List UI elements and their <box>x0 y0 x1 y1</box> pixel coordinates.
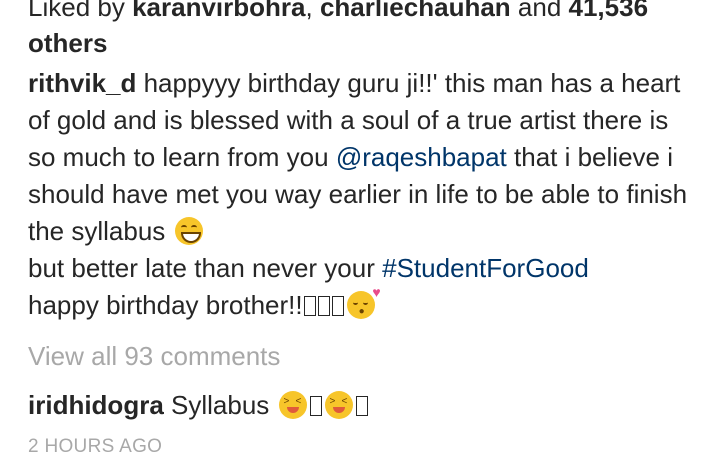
likes-prefix: Liked by <box>28 0 133 22</box>
likes-summary[interactable]: Liked by karanvirbohra, charliechauhan a… <box>28 0 688 61</box>
likes-separator: , <box>305 0 320 22</box>
likes-suffix[interactable]: others <box>28 28 107 58</box>
missing-glyph-icon <box>309 396 322 416</box>
caption-text-3: but better late than never your <box>28 253 383 283</box>
face-throwing-kiss-icon: ● ♥ <box>346 285 381 319</box>
missing-glyph-icon <box>317 296 330 316</box>
missing-glyph-icon <box>331 296 344 316</box>
post-footer: Liked by karanvirbohra, charliechauhan a… <box>28 0 688 460</box>
caption-hashtag[interactable]: #StudentForGood <box>382 253 589 283</box>
comment-text: Syllabus <box>163 390 277 420</box>
laughing-face-icon: > < <box>324 391 353 419</box>
likes-count[interactable]: 41,536 <box>569 0 649 22</box>
post-timestamp: 2 HOURS AGO <box>28 436 163 457</box>
comment-username[interactable]: iridhidogra <box>28 390 164 420</box>
view-all-comments-link[interactable]: View all 93 comments <box>28 338 688 374</box>
missing-glyph-icon <box>355 396 368 416</box>
likes-connector: and <box>510 0 569 22</box>
laughing-face-icon: > < <box>278 391 307 419</box>
missing-glyph-icon <box>303 296 316 316</box>
caption-text-4: happy birthday brother!! <box>28 290 303 320</box>
liker-username-1[interactable]: karanvirbohra <box>132 0 305 22</box>
caption-username[interactable]: rithvik_d <box>28 68 136 98</box>
comment-item: iridhidogra Syllabus > < > < <box>28 387 688 423</box>
caption-mention[interactable]: @raqeshbapat <box>336 142 507 172</box>
grinning-face-icon <box>174 217 203 245</box>
post-caption: rithvik_d happyyy birthday guru ji!!' th… <box>28 65 688 324</box>
liker-username-2[interactable]: charliechauhan <box>320 0 511 22</box>
